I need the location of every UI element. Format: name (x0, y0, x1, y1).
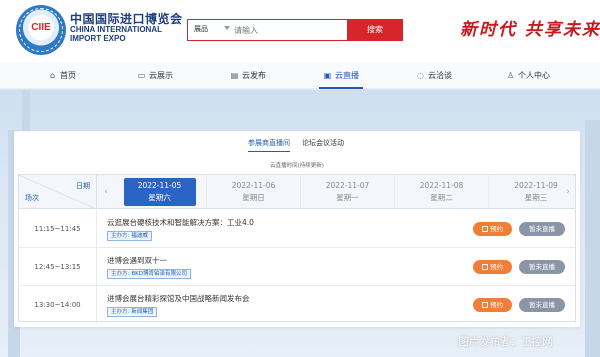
reserve-button[interactable]: 预约 (473, 260, 512, 274)
logo-en-line: CHINA INTERNATIONAL (70, 25, 162, 34)
corner-date-label: 日期 (76, 182, 90, 190)
live-icon: ▣ (323, 71, 332, 80)
table-row: 13:30~14:00 进博会展台精彩探馆及中国战略新闻发布会 主办方: 新闻集团… (19, 286, 575, 324)
host-label: 主办方 (111, 271, 128, 277)
chevron-down-icon[interactable] (224, 26, 230, 30)
display-icon: ▭ (137, 71, 146, 80)
tab-forum-events[interactable]: 论坛会议活动 (302, 138, 344, 148)
live-status-button[interactable]: 暂未直播 (519, 298, 565, 312)
tab-exhibitor-live[interactable]: 参展商直播间 (248, 138, 290, 152)
host-badge: 主办方: 福迪威 (107, 231, 152, 241)
nav-item-cloud-live[interactable]: ▣ 云直播 (319, 62, 363, 89)
reserve-button[interactable]: 预约 (473, 298, 512, 312)
date-tab-date: 2022-11-07 (325, 181, 370, 190)
calendar-icon (482, 264, 488, 270)
date-tab-weekday: 星期一 (336, 193, 359, 202)
ciie-logo-icon[interactable]: CIIE (16, 5, 66, 55)
logo-en-line: IMPORT EXPO (70, 34, 126, 43)
calendar-icon (482, 302, 488, 308)
live-schedule-panel: 参展商直播间 论坛会议活动 云直播时间(持续更新) 日期 场次 ‹ 2022-1… (14, 131, 580, 327)
logo-emblem-text: CIIE (31, 22, 51, 33)
host-label: 主办方 (111, 233, 128, 239)
host-name: 新闻集团 (131, 309, 154, 315)
search-button[interactable]: 搜索 (347, 19, 403, 41)
host-badge: 主办方: 新闻集团 (107, 307, 158, 317)
schedule-header: 日期 场次 ‹ 2022-11-05 星期六 2022-11-06 星期日 20… (19, 175, 575, 209)
nav-label: 云发布 (242, 71, 266, 80)
user-icon: ♙ (506, 71, 515, 80)
building-shape (585, 120, 600, 357)
slogan: 新时代 共享未来 (460, 20, 600, 40)
nav-item-cloud-display[interactable]: ▭ 云展示 (137, 62, 173, 89)
host-badge: 主办方: BKD博肯铂泽有限公司 (107, 269, 191, 279)
session-time: 13:30~14:00 (19, 286, 97, 324)
publish-icon: ▤ (230, 71, 239, 80)
nav-label: 个人中心 (518, 71, 550, 80)
table-row: 11:15~11:45 云逛展台硬核技术和智能解决方案：工业4.0 主办方: 福迪… (19, 210, 575, 248)
date-tab[interactable]: 2022-11-06 星期日 (207, 175, 301, 209)
nav-item-cloud-chat[interactable]: ◌ 云洽谈 (416, 62, 452, 89)
live-status-button[interactable]: 暂未直播 (519, 260, 565, 274)
date-tab[interactable]: 2022-11-07 星期一 (301, 175, 395, 209)
chat-icon: ◌ (417, 71, 424, 80)
date-tab-weekday: 星期六 (148, 193, 171, 202)
home-icon: ⌂ (49, 71, 56, 80)
schedule-table: 日期 场次 ‹ 2022-11-05 星期六 2022-11-06 星期日 20… (18, 174, 576, 324)
session-title[interactable]: 进博会遇到双十一 (107, 255, 167, 266)
session-time: 11:15~11:45 (19, 210, 97, 248)
schedule-tabs: 参展商直播间 论坛会议活动 (14, 131, 580, 153)
main-nav: ⌂ 首页 ▭ 云展示 ▤ 云发布 ▣ 云直播 ◌ 云洽谈 ♙ 个人中心 (0, 62, 600, 89)
session-time: 12:45~13:15 (19, 248, 97, 286)
nav-label: 云洽谈 (428, 71, 452, 80)
reserve-label: 预约 (490, 225, 503, 233)
nav-item-home[interactable]: ⌂ 首页 (48, 62, 76, 89)
reserve-label: 预约 (490, 263, 503, 271)
table-corner: 日期 场次 (19, 175, 97, 209)
site-header: CIIE 中国国际进口博览会 CHINA INTERNATIONAL IMPOR… (0, 0, 600, 62)
date-tab[interactable]: 2022-11-05 星期六 (113, 175, 207, 209)
session-title[interactable]: 云逛展台硬核技术和智能解决方案：工业4.0 (107, 217, 254, 228)
date-tab-weekday: 星期二 (430, 193, 453, 202)
live-status-button[interactable]: 暂未直播 (519, 222, 565, 236)
calendar-icon (482, 226, 488, 232)
table-row: 12:45~13:15 进博会遇到双十一 主办方: BKD博肯铂泽有限公司 预约 … (19, 248, 575, 286)
logo-en-name: CHINA INTERNATIONAL IMPORT EXPO (70, 25, 180, 43)
schedule-subtitle: 云直播时间(持续更新) (270, 163, 324, 169)
nav-label: 云直播 (335, 71, 359, 80)
date-tab-date: 2022-11-06 (231, 181, 276, 190)
nav-label: 首页 (60, 71, 76, 80)
date-tab-weekday: 星期日 (242, 193, 265, 202)
search-input[interactable] (234, 22, 344, 38)
corner-slot-label: 场次 (25, 194, 39, 202)
date-tab-date: 2022-11-08 (419, 181, 464, 190)
nav-item-cloud-publish[interactable]: ▤ 云发布 (230, 62, 266, 89)
next-arrow-icon[interactable]: › (561, 175, 575, 209)
reserve-button[interactable]: 预约 (473, 222, 512, 236)
reserve-label: 预约 (490, 301, 503, 309)
date-tab[interactable]: 2022-11-08 星期二 (395, 175, 489, 209)
host-name: BKD博肯铂泽有限公司 (131, 271, 187, 277)
nav-label: 云展示 (149, 71, 173, 80)
search-bar: 展品 搜索 (187, 19, 403, 41)
search-category-select[interactable]: 展品 (194, 24, 208, 34)
host-label: 主办方 (111, 309, 128, 315)
nav-item-user-center[interactable]: ♙ 个人中心 (506, 62, 550, 89)
date-tab-date: 2022-11-05 (137, 181, 182, 190)
prev-arrow-icon[interactable]: ‹ (99, 175, 113, 209)
session-title[interactable]: 进博会展台精彩探馆及中国战略新闻发布会 (107, 293, 250, 304)
publisher-watermark: 图片发布者：工控网 (458, 336, 553, 348)
host-name: 福迪威 (131, 233, 148, 239)
